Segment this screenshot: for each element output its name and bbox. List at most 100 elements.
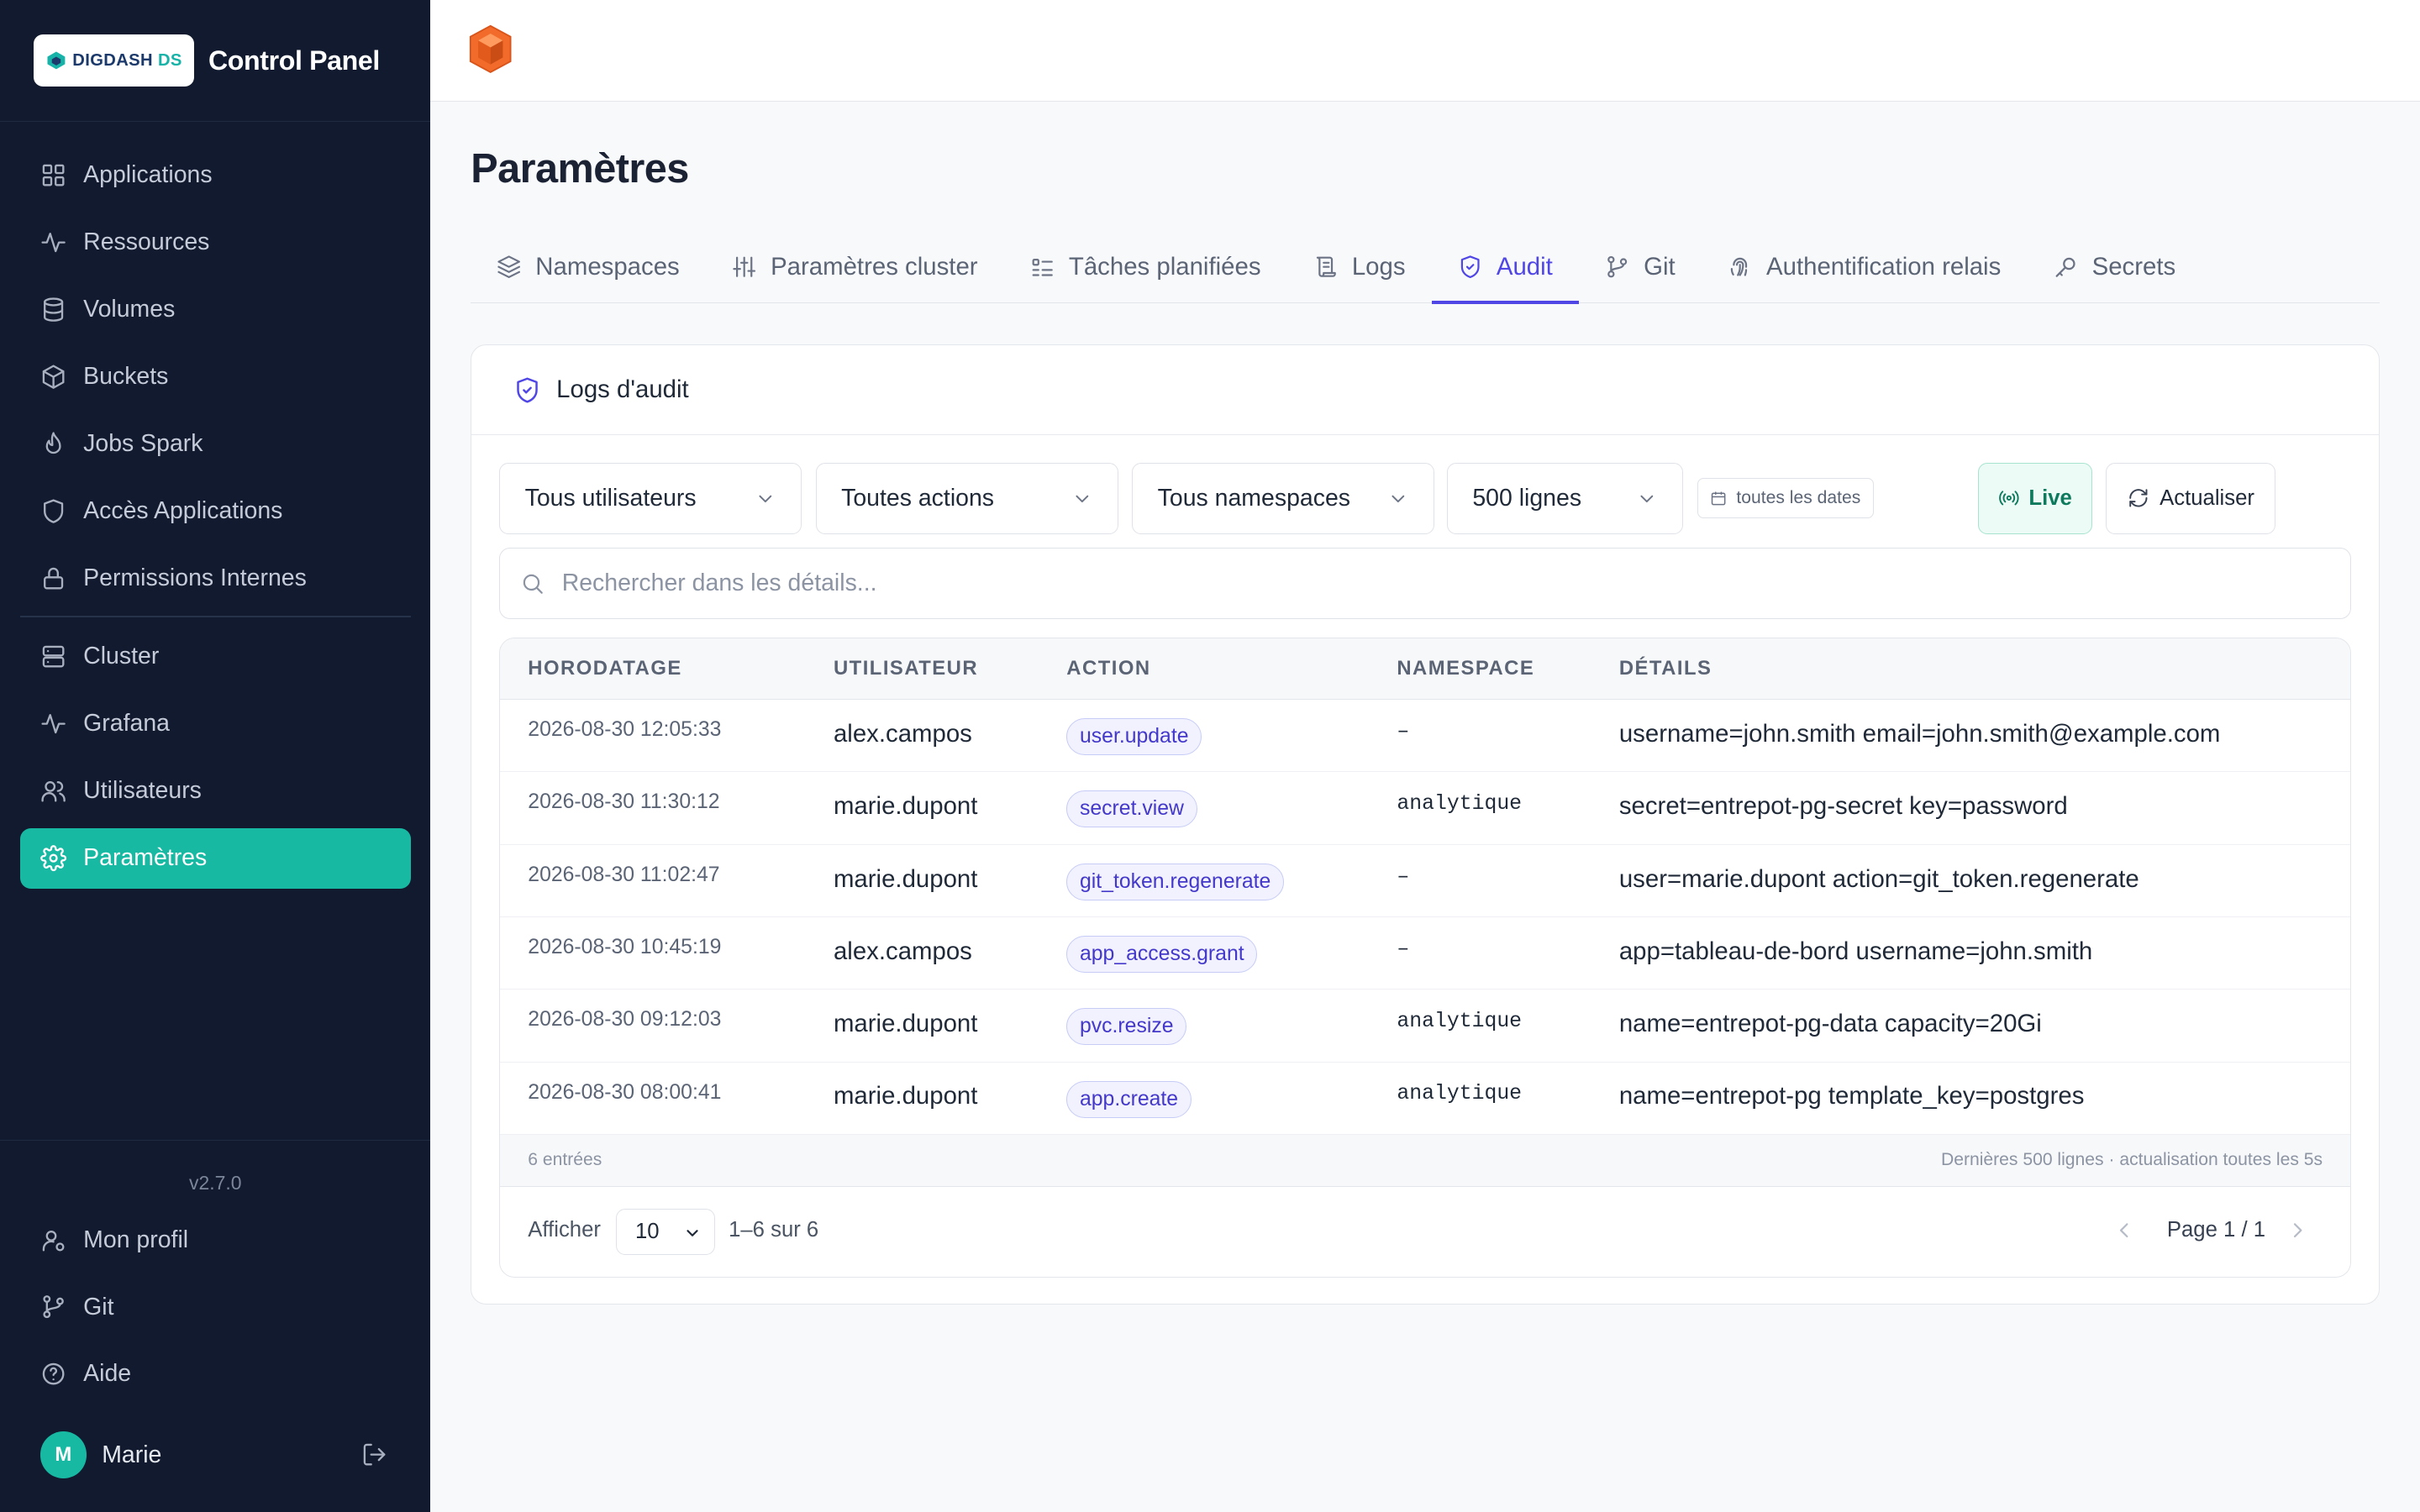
chevron-right-icon[interactable] [2286, 1218, 2310, 1242]
sidebar-item-label: Git [83, 1293, 114, 1320]
shield-check-icon [517, 377, 538, 403]
sidebar-item-parametres[interactable]: Paramètres [19, 828, 411, 889]
search-icon [523, 574, 543, 594]
refresh-button[interactable]: Actualiser [2106, 463, 2276, 534]
app-title: Control Panel [208, 45, 380, 76]
table-row[interactable]: 2026-08-30 11:30:12 marie.dupont secret.… [500, 772, 2351, 845]
entry-count: 6 entrées [528, 1150, 602, 1170]
sidebar-item-label: Ressources [83, 228, 210, 256]
tab-namespaces[interactable]: Namespaces [471, 232, 706, 302]
key-icon [2055, 258, 2075, 278]
sidebar-item-grafana[interactable]: Grafana [20, 694, 411, 754]
tab-parametres-cluster[interactable]: Paramètres cluster [706, 232, 1004, 302]
search-input[interactable] [561, 569, 2351, 597]
tab-taches-planifiees[interactable]: Tâches planifiées [1004, 232, 1287, 302]
page-indicator: Page 1 / 1 [2166, 1218, 2266, 1242]
live-toggle-button[interactable]: Live [1977, 463, 2092, 534]
sidebar-item-aide[interactable]: Aide [20, 1344, 411, 1404]
namespace-filter-select[interactable]: Tous namespaces [1132, 463, 1435, 534]
sidebar-item-mon-profil[interactable]: Mon profil [20, 1210, 411, 1270]
sidebar-item-permissions-internes[interactable]: Permissions Internes [20, 549, 411, 609]
tab-audit[interactable]: Audit [1431, 232, 1580, 305]
timestamp-cell: 2026-08-30 12:05:33 [528, 718, 722, 742]
tab-label: Authentification relais [1766, 253, 2002, 281]
details-cell: name=entrepot-pg template_key=postgres [1618, 1082, 2085, 1110]
sidebar-nav: Applications Ressources Volumes Buckets … [0, 122, 430, 889]
action-badge: pvc.resize [1066, 1008, 1187, 1046]
details-search [499, 548, 2352, 619]
table-row[interactable]: 2026-08-30 10:45:19 alex.campos app_acce… [500, 917, 2351, 990]
namespace-cell: – [1397, 719, 1410, 743]
lines-select[interactable]: 500 lignes [1446, 463, 1683, 534]
git-branch-icon [1607, 256, 1628, 278]
tab-label: Audit [1496, 253, 1553, 281]
shield-check-icon [1460, 255, 1480, 279]
namespace-cell: analytique [1397, 1082, 1523, 1106]
tab-label: Logs [1351, 253, 1406, 281]
table-row[interactable]: 2026-08-30 08:00:41 marie.dupont app.cre… [500, 1063, 2351, 1135]
tab-label: Secrets [2091, 253, 2176, 281]
per-page-value: 10 [635, 1220, 660, 1244]
git-branch-icon [43, 1295, 64, 1319]
column-header-namespace[interactable]: NAMESPACE [1397, 657, 1534, 680]
sidebar-item-acces-applications[interactable]: Accès Applications [20, 481, 411, 542]
flame-icon [45, 432, 61, 454]
user-cog-icon [42, 1230, 65, 1252]
sidebar-item-git[interactable]: Git [20, 1277, 411, 1337]
column-header-utilisateur[interactable]: UTILISATEUR [834, 657, 978, 680]
sidebar-item-label: Buckets [83, 363, 169, 391]
tab-logs[interactable]: Logs [1287, 232, 1432, 302]
user-name: Marie [102, 1441, 162, 1468]
action-filter-select[interactable]: Toutes actions [815, 463, 1118, 534]
column-header-details[interactable]: DÉTAILS [1619, 657, 1712, 680]
select-value: Tous namespaces [1157, 484, 1350, 512]
action-badge: git_token.regenerate [1066, 863, 1284, 900]
tab-authentification-relais[interactable]: Authentification relais [1702, 232, 2028, 302]
chevron-left-icon[interactable] [2112, 1218, 2136, 1242]
tab-git[interactable]: Git [1579, 232, 1702, 302]
brand-logo[interactable]: DIGDASH DS [34, 34, 195, 87]
logout-icon[interactable] [361, 1441, 387, 1467]
sidebar-item-buckets[interactable]: Buckets [20, 347, 411, 407]
details-cell: name=entrepot-pg-data capacity=20Gi [1618, 1010, 2042, 1038]
sidebar: DIGDASH DS Control Panel Applications Re… [0, 0, 431, 1512]
audit-table: HORODATAGE UTILISATEUR ACTION NAMESPACE … [499, 637, 2352, 1278]
action-badge: app.create [1066, 1080, 1192, 1118]
audit-card-title: Logs d'audit [556, 375, 689, 404]
table-row[interactable]: 2026-08-30 11:02:47 marie.dupont git_tok… [500, 845, 2351, 917]
per-page-select[interactable]: 10 [615, 1209, 715, 1256]
sidebar-item-label: Applications [83, 160, 213, 188]
users-icon [41, 781, 66, 802]
tab-secrets[interactable]: Secrets [2028, 232, 2202, 302]
table-row[interactable]: 2026-08-30 09:12:03 marie.dupont pvc.res… [500, 990, 2351, 1063]
top-bar [430, 0, 2420, 102]
action-badge: secret.view [1066, 790, 1197, 828]
timestamp-cell: 2026-08-30 08:00:41 [528, 1080, 722, 1104]
sidebar-item-jobs-spark[interactable]: Jobs Spark [20, 414, 411, 475]
sidebar-item-ressources[interactable]: Ressources [20, 213, 411, 273]
sidebar-item-utilisateurs[interactable]: Utilisateurs [20, 761, 411, 822]
table-row[interactable]: 2026-08-30 12:05:33 alex.campos user.upd… [500, 700, 2351, 773]
user-row: M Marie [39, 1431, 387, 1478]
sidebar-bottom-nav: Mon profil Git Aide [0, 1194, 430, 1404]
tab-label: Git [1644, 253, 1676, 281]
user-filter-select[interactable]: Tous utilisateurs [499, 463, 802, 534]
brand: DIGDASH DS Control Panel [0, 0, 431, 123]
activity-icon [41, 232, 66, 253]
details-cell: username=john.smith email=john.smith@exa… [1618, 719, 2221, 748]
user-cell: marie.dupont [833, 792, 978, 821]
sidebar-item-cluster[interactable]: Cluster [20, 627, 411, 687]
action-badge: app_access.grant [1066, 936, 1258, 974]
column-header-action[interactable]: ACTION [1066, 657, 1150, 680]
sidebar-item-volumes[interactable]: Volumes [20, 280, 411, 340]
column-header-horodatage[interactable]: HORODATAGE [528, 657, 681, 680]
date-filter[interactable]: toutes les dates [1697, 478, 1874, 519]
avatar[interactable]: M [39, 1431, 87, 1478]
select-value: Tous utilisateurs [524, 484, 697, 512]
activity-icon [41, 714, 66, 734]
timestamp-cell: 2026-08-30 11:02:47 [528, 863, 720, 886]
cube-logo-icon[interactable] [469, 24, 512, 74]
sidebar-item-applications[interactable]: Applications [20, 145, 411, 206]
shield-icon [43, 499, 63, 523]
lock-icon [43, 568, 63, 590]
